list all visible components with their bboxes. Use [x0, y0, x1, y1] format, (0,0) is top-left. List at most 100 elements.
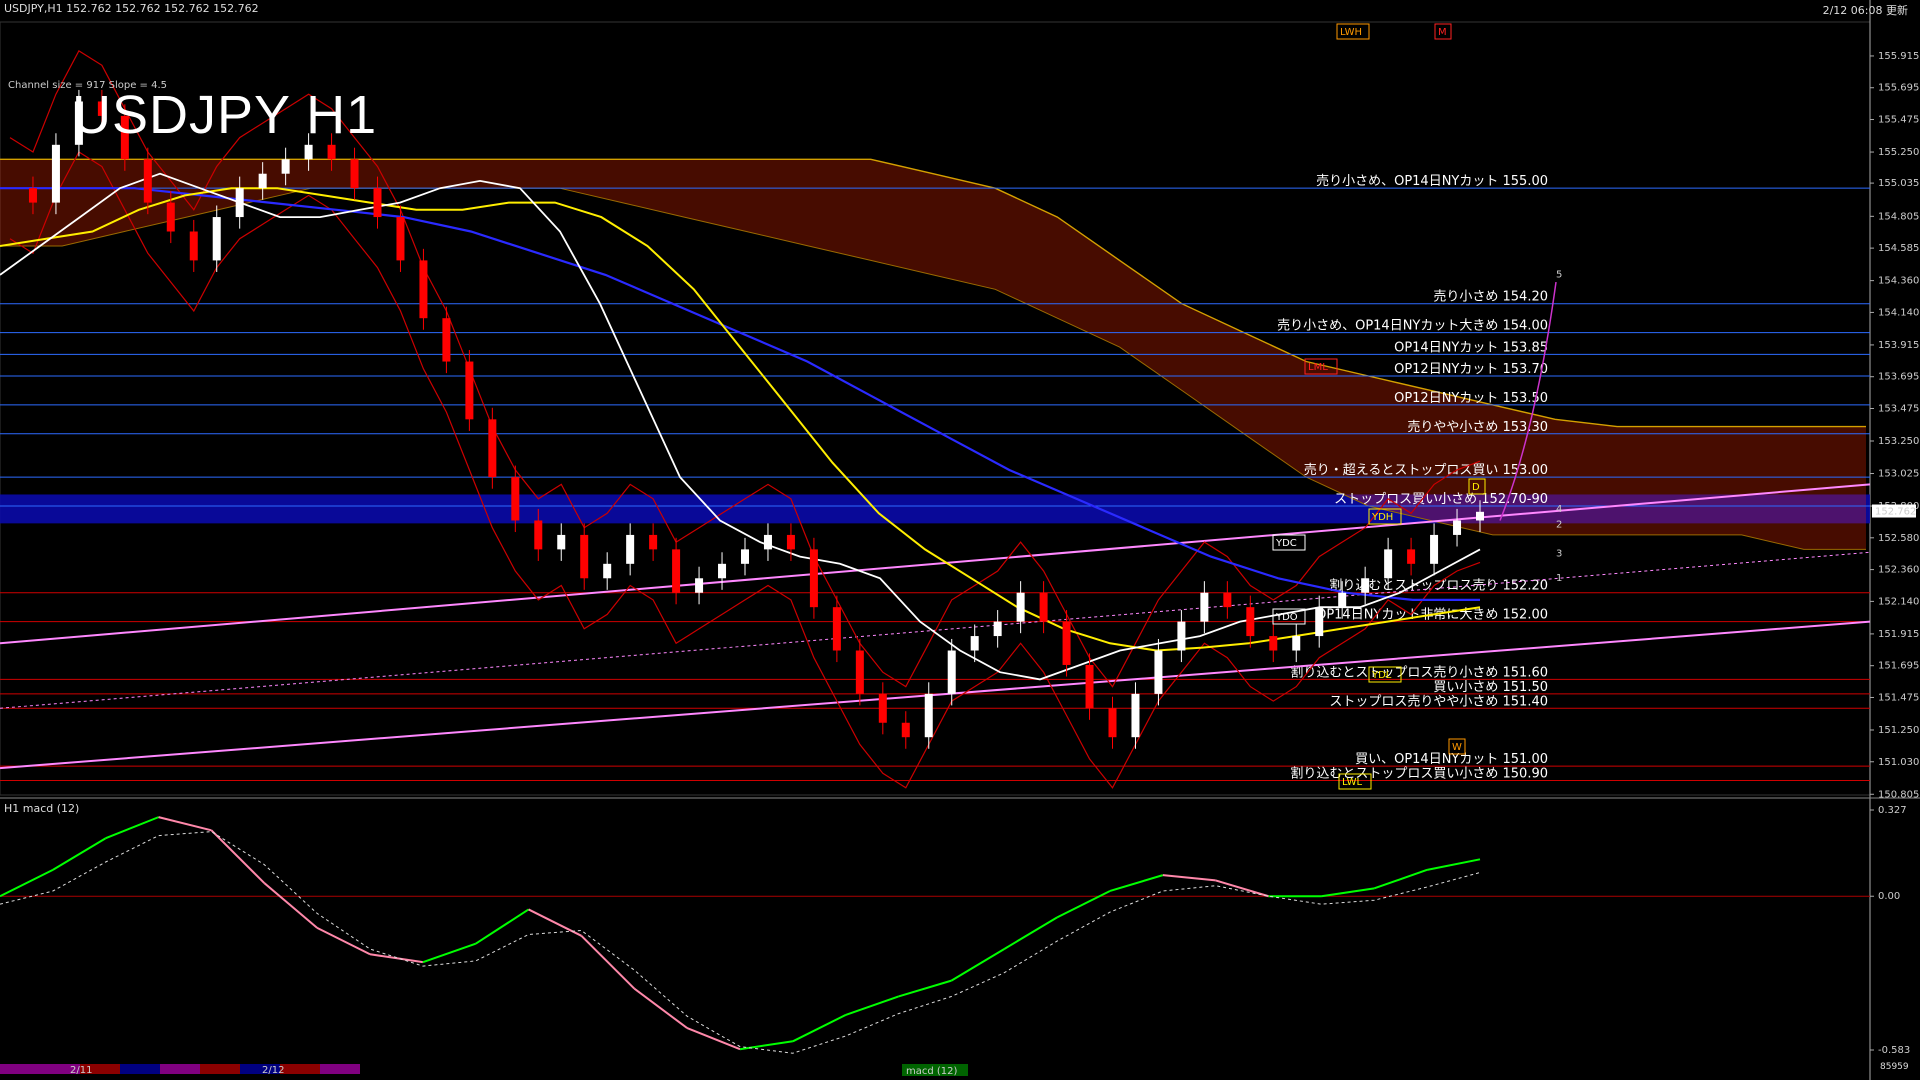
candle-body [1154, 650, 1163, 694]
wave-label: 4 [1556, 504, 1562, 515]
level-label: OP12日NYカット 153.50 [1394, 391, 1548, 406]
macd-signal [0, 831, 1481, 1054]
y-tick-label: 154.140 [1878, 307, 1919, 318]
macd-segment [528, 908, 582, 937]
level-label: ストップロス売りやや小さめ 151.40 [1329, 693, 1548, 709]
y-tick-label: 151.695 [1878, 661, 1919, 672]
candle-body [1062, 621, 1071, 665]
candle-body [442, 318, 451, 362]
y-tick-label: 155.250 [1878, 147, 1919, 158]
band-lower [9, 151, 1481, 789]
candle-body [488, 419, 497, 478]
candle-body [1453, 520, 1462, 535]
chart-title: USDJPY H1 [72, 85, 378, 145]
macd-segment [210, 829, 265, 884]
x-tick-label: 2/12 [262, 1065, 284, 1076]
datetime: 2/12 06:08 更新 [1822, 4, 1908, 17]
macd-tick-label: -0.583 [1878, 1045, 1910, 1056]
candle-body [28, 188, 37, 203]
macd-segment [1109, 874, 1164, 892]
macd-segment [1162, 874, 1216, 882]
candle-body [1407, 549, 1416, 564]
y-tick-label: 155.475 [1878, 115, 1919, 126]
candle-body [304, 144, 313, 160]
y-tick-label: 151.030 [1878, 757, 1919, 768]
candle-body [1338, 592, 1347, 608]
candle-body [350, 159, 359, 189]
y-tick-label: 155.915 [1878, 51, 1919, 62]
session-segment [0, 1064, 40, 1074]
candle-body [1476, 511, 1484, 521]
macd-segment [792, 1014, 847, 1043]
candle-body [1200, 592, 1209, 622]
price-chart[interactable]: 売り小さめ、OP14日NYカット 155.00 売り小さめ 154.20 売り小さめ… [0, 0, 1920, 1080]
tag-label: YDL [1371, 670, 1392, 681]
macd-segment [369, 953, 424, 964]
level-label: 売り小さめ、OP14日NYカット大きめ 154.00 [1277, 318, 1548, 334]
y-tick-label: 153.025 [1878, 469, 1919, 480]
macd-segment [422, 942, 477, 964]
y-tick-label: 152.360 [1878, 565, 1919, 576]
y-tick-label: 153.475 [1878, 404, 1919, 415]
candle-body [1016, 592, 1025, 622]
candle-body [143, 159, 152, 203]
level-label: 割り込むとストップロス売り小さめ 151.60 [1290, 664, 1548, 680]
macd-tick-label: 0.327 [1878, 805, 1907, 816]
candle-body [993, 621, 1002, 637]
level-label: 売り小さめ、OP14日NYカット 155.00 [1316, 173, 1548, 189]
symbol-info: USDJPY,H1 152.762 152.762 152.762 152.76… [4, 2, 259, 15]
trend-channel-lower [0, 620, 1871, 770]
level-label: 売り小さめ 154.20 [1433, 289, 1548, 305]
candle-body [878, 693, 887, 723]
macd-segment [52, 837, 107, 871]
tag-label: YDC [1275, 538, 1297, 549]
current-price-label: 152.762 [1875, 507, 1916, 518]
candle-body [603, 563, 612, 579]
macd-segment [950, 948, 1005, 982]
candle-body [1223, 592, 1232, 608]
x-tick-label: 2/11 [70, 1065, 92, 1076]
candle-body [534, 520, 543, 550]
candle-body [166, 202, 175, 232]
candle-body [832, 607, 841, 651]
level-label: 買い小さめ 151.50 [1433, 680, 1548, 695]
candle-body [947, 650, 956, 694]
candle-body [1177, 621, 1186, 651]
y-tick-label: 154.585 [1878, 243, 1919, 254]
y-tick-label: 155.035 [1878, 178, 1919, 189]
level-label: OP12日NYカット 153.70 [1394, 362, 1548, 377]
macd-segment [316, 926, 371, 956]
tag-label: D [1472, 482, 1480, 493]
y-tick-label: 153.250 [1878, 436, 1919, 447]
session-segment [320, 1064, 360, 1074]
candle-body [235, 188, 244, 218]
candle-body [327, 144, 336, 160]
candle-body [1131, 693, 1140, 738]
candle-body [1315, 607, 1324, 637]
candle-body [626, 534, 635, 564]
macd-segment [633, 987, 688, 1029]
y-tick-label: 154.805 [1878, 211, 1919, 222]
y-tick-label: 152.580 [1878, 533, 1919, 544]
candle-body [718, 563, 727, 579]
macd-segment [580, 935, 635, 990]
candle-body [1108, 708, 1117, 738]
tag-label: LWH [1340, 27, 1362, 38]
y-tick-label: 153.695 [1878, 372, 1919, 383]
y-tick-label: 153.915 [1878, 340, 1919, 351]
footer-tab-label: macd (12) [906, 1066, 958, 1077]
candle-body [396, 217, 405, 261]
candle-body [557, 534, 566, 550]
candle-body [1085, 664, 1094, 709]
candle-body [189, 231, 198, 261]
macd-segment [1373, 868, 1428, 890]
tag-label: M [1438, 27, 1447, 38]
tag-label: YDO [1275, 612, 1298, 623]
candle-body [901, 722, 910, 738]
candle-body [855, 650, 864, 694]
candle-body [1430, 534, 1439, 564]
macd-segment [739, 1040, 794, 1051]
level-label: OP14日NYカット 153.85 [1394, 340, 1548, 355]
macd-segment [898, 979, 952, 998]
candle-body [695, 578, 704, 593]
